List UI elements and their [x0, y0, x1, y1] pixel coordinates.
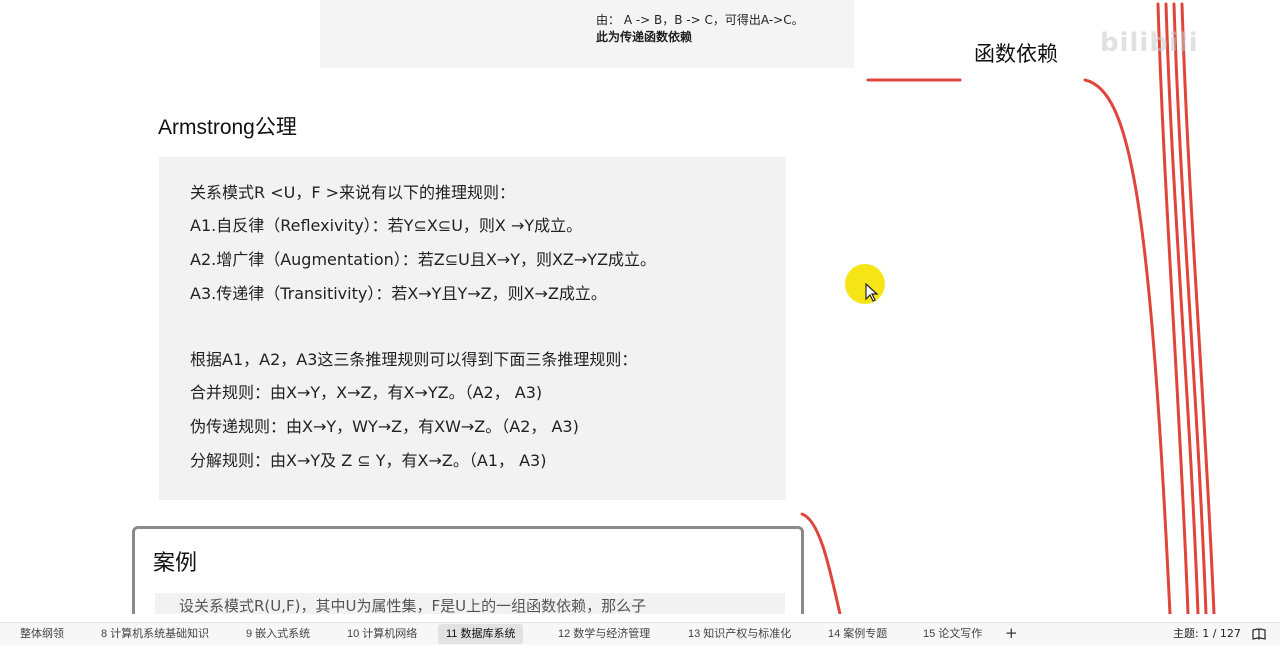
tab-label: 8 计算机系统基础知识 [101, 628, 210, 640]
connector-line [1172, 2, 1208, 614]
topic-count: 主题: 1 / 127 [1173, 627, 1241, 640]
status-bar: 整体纲领 8 计算机系统基础知识 9 嵌入式系统 10 计算机网络 11 数据库… [0, 622, 1280, 645]
tab-label: 13 知识产权与标准化 [688, 628, 792, 640]
connector-line [1180, 2, 1216, 614]
connector-line [1156, 2, 1190, 614]
tab-label: 9 嵌入式系统 [246, 628, 311, 640]
cursor-arrow-icon [865, 283, 879, 302]
mindmap-connectors [800, 2, 1216, 614]
book-icon[interactable] [1252, 628, 1266, 640]
tab-label: 12 数学与经济管理 [558, 628, 651, 640]
bilibili-watermark: bilibili [1100, 28, 1199, 58]
tab-ip-standardization[interactable]: 13 知识产权与标准化 [680, 624, 799, 644]
connector-line [800, 512, 842, 614]
tab-overview[interactable]: 整体纲领 [12, 624, 72, 644]
tab-database-systems[interactable]: 11 数据库系统 [438, 624, 524, 644]
mindmap-canvas[interactable]: 由： A -> B，B -> C，可得出A->C。 此为传递函数依赖 Armst… [0, 0, 1280, 614]
mindmap-node-function-dependency[interactable]: 函数依赖 [974, 38, 1058, 68]
connector-line [1083, 78, 1172, 614]
tab-label: 10 计算机网络 [347, 628, 418, 640]
tab-paper-writing[interactable]: 15 论文写作 [915, 624, 990, 644]
connector-line [1164, 2, 1200, 614]
add-tab-button[interactable]: + [1005, 623, 1018, 643]
tab-label: 15 论文写作 [923, 628, 983, 640]
tab-computer-network[interactable]: 10 计算机网络 [339, 624, 425, 644]
tab-math-economics[interactable]: 12 数学与经济管理 [550, 624, 658, 644]
tab-computer-system-basics[interactable]: 8 计算机系统基础知识 [93, 624, 217, 644]
tab-label: 11 数据库系统 [446, 628, 516, 640]
tab-label: 14 案例专题 [828, 628, 888, 640]
tab-case-topics[interactable]: 14 案例专题 [820, 624, 895, 644]
tab-label: 整体纲领 [20, 628, 64, 640]
tab-embedded-systems[interactable]: 9 嵌入式系统 [238, 624, 318, 644]
